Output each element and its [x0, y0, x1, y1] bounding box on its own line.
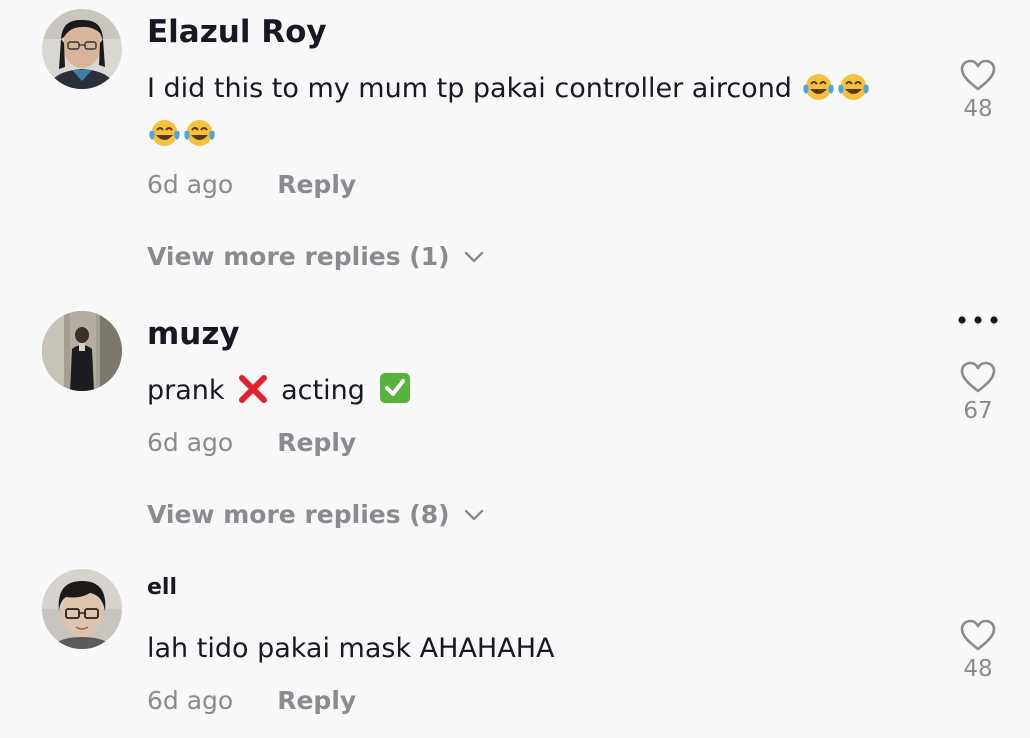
reply-button[interactable]: Reply [277, 428, 356, 457]
tears-of-joy-emoji-icon [802, 72, 835, 114]
cross-mark-emoji-icon: ❌ [237, 374, 269, 416]
like-count: 48 [963, 96, 993, 122]
comment-timestamp: 6d ago [147, 170, 234, 199]
chevron-down-icon [464, 251, 483, 263]
like-button[interactable]: 48 [950, 58, 1006, 122]
like-button[interactable]: 48 [950, 618, 1006, 682]
comment-meta: 6d ago Reply [147, 170, 356, 199]
view-more-replies-button[interactable]: View more replies (1) [147, 242, 484, 271]
avatar[interactable] [42, 9, 122, 89]
comment-username[interactable]: muzy [147, 316, 240, 352]
avatar[interactable] [42, 311, 122, 391]
comment-username[interactable]: Elazul Roy [147, 14, 327, 50]
comment-text: prank ❌ acting ✅ [147, 370, 907, 416]
more-options-button[interactable] [955, 312, 1001, 326]
comment-text: I did this to my mum tp pakai controller… [147, 68, 907, 160]
comment-text-body: lah tido pakai mask AHAHAHA [147, 633, 555, 664]
chevron-down-icon [464, 509, 483, 521]
avatar[interactable] [42, 569, 122, 649]
comment-text-part: acting [281, 375, 365, 406]
like-button[interactable]: 67 [950, 360, 1006, 424]
reply-button[interactable]: Reply [277, 170, 356, 199]
check-mark-button-emoji-icon: ✅ [379, 372, 411, 416]
heart-outline-icon [960, 59, 996, 91]
tears-of-joy-emoji-icon [183, 118, 216, 160]
comment-text-part: prank [147, 375, 225, 406]
like-count: 48 [963, 656, 993, 682]
more-options-icon [958, 316, 998, 324]
heart-outline-icon [960, 619, 996, 651]
comment-meta: 6d ago Reply [147, 428, 356, 457]
view-more-replies-button[interactable]: View more replies (8) [147, 500, 484, 529]
comment-text-body: I did this to my mum tp pakai controller… [147, 73, 792, 104]
view-more-replies-label: View more replies (1) [147, 242, 450, 271]
reply-button[interactable]: Reply [277, 686, 356, 715]
heart-outline-icon [960, 361, 996, 393]
view-more-replies-label: View more replies (8) [147, 500, 450, 529]
comment-text: lah tido pakai mask AHAHAHA [147, 628, 907, 669]
comment-timestamp: 6d ago [147, 428, 234, 457]
comment-timestamp: 6d ago [147, 686, 234, 715]
comment-username[interactable]: ell [147, 575, 177, 600]
tears-of-joy-emoji-icon [148, 118, 181, 160]
tears-of-joy-emoji-icon [837, 72, 870, 114]
comment-meta: 6d ago Reply [147, 686, 356, 715]
like-count: 67 [963, 398, 993, 424]
